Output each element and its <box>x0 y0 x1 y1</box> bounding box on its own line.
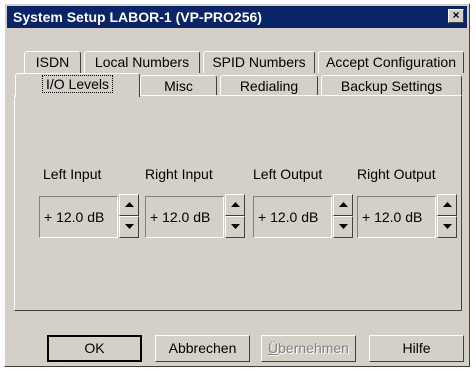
close-icon: × <box>452 8 460 22</box>
tab-local-numbers[interactable]: Local Numbers <box>84 51 200 73</box>
up-arrow-icon <box>443 202 452 207</box>
left-output-field[interactable]: + 12.0 dB <box>253 196 332 238</box>
tab-spid-numbers[interactable]: SPID Numbers <box>203 51 315 73</box>
down-arrow-icon <box>231 224 240 229</box>
right-input-spin-up[interactable] <box>225 194 245 216</box>
right-input-field[interactable]: + 12.0 dB <box>145 196 224 238</box>
up-arrow-icon <box>231 202 240 207</box>
apply-button[interactable]: Übernehmen <box>261 335 356 362</box>
down-arrow-icon <box>339 224 348 229</box>
left-output-label: Left Output <box>253 166 323 182</box>
tab-accept-configuration[interactable]: Accept Configuration <box>318 51 464 73</box>
right-output-field[interactable]: + 12.0 dB <box>357 196 436 238</box>
cancel-button[interactable]: Abbrechen <box>155 335 250 362</box>
right-output-spin-up[interactable] <box>437 194 457 216</box>
tab-label: SPID Numbers <box>212 54 306 70</box>
title-bar: System Setup LABOR-1 (VP-PRO256) × <box>7 6 467 28</box>
tab-label: Misc <box>164 78 193 94</box>
tab-label: Backup Settings <box>340 78 443 94</box>
up-arrow-icon <box>125 202 134 207</box>
left-output-spin-down[interactable] <box>333 216 353 238</box>
tab-label: Redialing <box>239 78 299 94</box>
apply-button-mnemonic: Ü <box>268 340 279 356</box>
window-title: System Setup LABOR-1 (VP-PRO256) <box>13 9 262 25</box>
tab-label: Local Numbers <box>94 54 190 70</box>
right-input-label: Right Input <box>145 166 213 182</box>
help-button-label: Hilfe <box>402 340 431 356</box>
close-button[interactable]: × <box>448 9 464 23</box>
right-output-value: + 12.0 dB <box>362 209 423 225</box>
left-input-field[interactable]: + 12.0 dB <box>39 196 118 238</box>
left-output-spin-up[interactable] <box>333 194 353 216</box>
ok-button[interactable]: OK <box>47 335 142 362</box>
right-output-spin-down[interactable] <box>437 216 457 238</box>
tab-isdn[interactable]: ISDN <box>24 51 81 73</box>
left-input-spin-down[interactable] <box>119 216 139 238</box>
left-input-value: + 12.0 dB <box>44 209 105 225</box>
tab-label: I/O Levels <box>41 75 114 93</box>
io-levels-panel: Left Input + 12.0 dB Right Input + 12.0 … <box>14 95 462 311</box>
tab-misc[interactable]: Misc <box>140 75 217 97</box>
tab-redialing[interactable]: Redialing <box>220 75 318 97</box>
apply-button-label: bernehmen <box>278 340 349 356</box>
left-input-spin-up[interactable] <box>119 194 139 216</box>
left-output-value: + 12.0 dB <box>258 209 319 225</box>
tab-io-levels[interactable]: I/O Levels <box>15 73 140 97</box>
right-input-spin-down[interactable] <box>225 216 245 238</box>
right-output-label: Right Output <box>357 166 436 182</box>
right-input-value: + 12.0 dB <box>150 209 211 225</box>
down-arrow-icon <box>125 224 134 229</box>
cancel-button-label: Abbrechen <box>168 340 237 356</box>
tab-label: Accept Configuration <box>326 54 456 70</box>
down-arrow-icon <box>443 224 452 229</box>
help-button[interactable]: Hilfe <box>369 335 464 362</box>
left-input-label: Left Input <box>43 166 102 182</box>
tab-label: ISDN <box>35 54 70 70</box>
up-arrow-icon <box>339 202 348 207</box>
tab-backup-settings[interactable]: Backup Settings <box>321 75 462 97</box>
ok-button-label: OK <box>84 340 105 356</box>
